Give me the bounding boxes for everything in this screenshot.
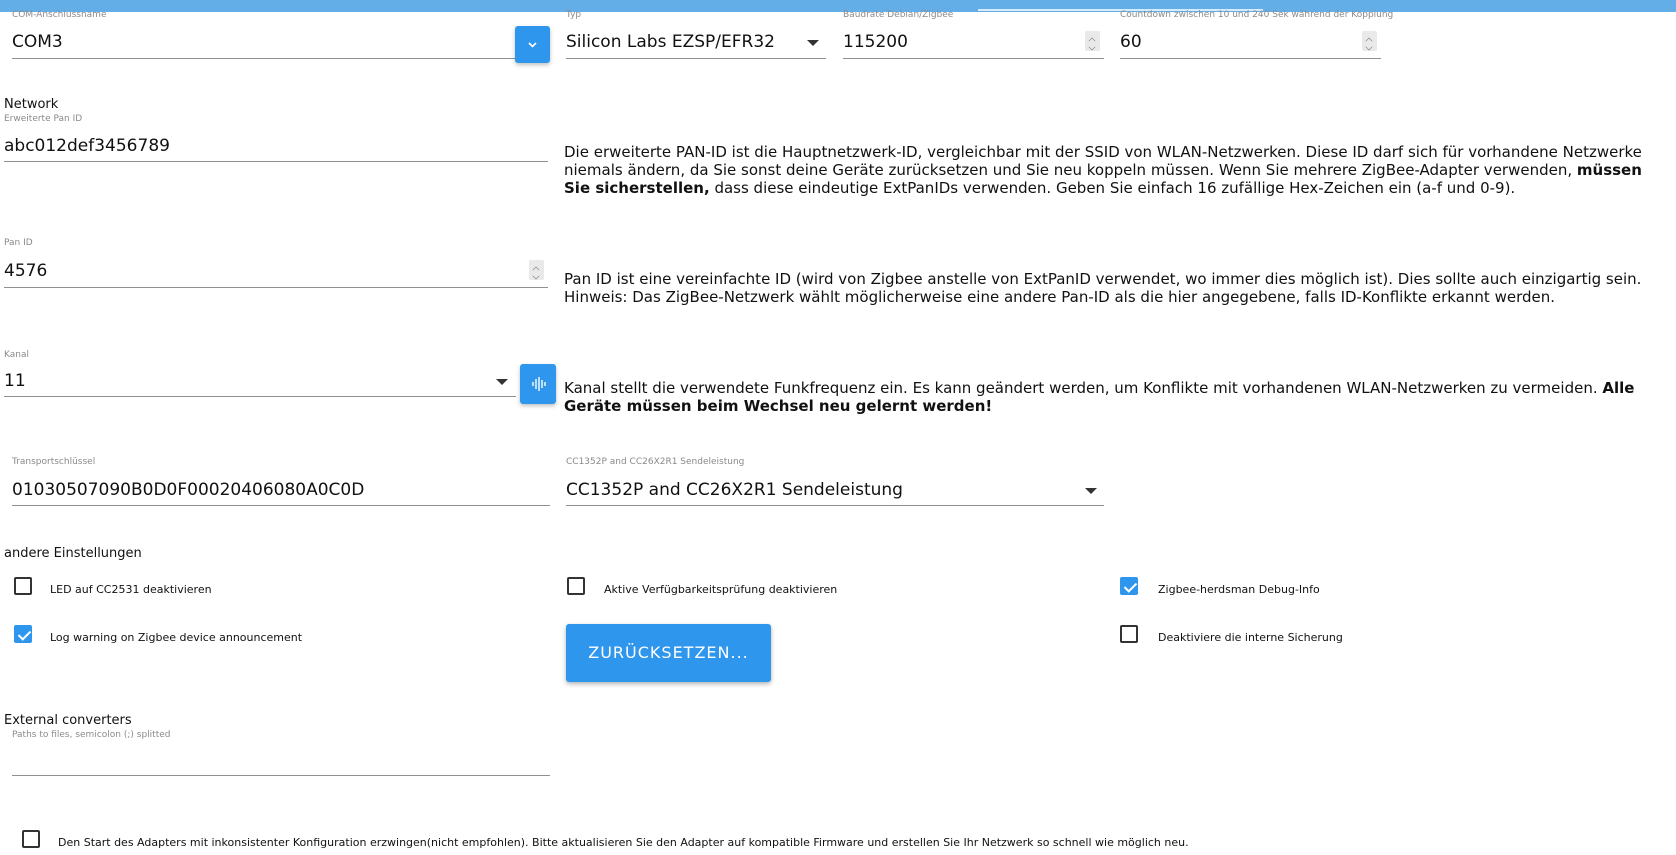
channel-label: Kanal — [4, 350, 29, 360]
force-start-label: Den Start des Adapters mit inkonsistente… — [58, 836, 1189, 849]
channel-description: Kanal stellt die verwendete Funkfrequenz… — [564, 379, 1669, 415]
chevron-down-icon — [807, 40, 819, 46]
ext-pan-description: Die erweiterte PAN-ID ist die Hauptnetzw… — [564, 143, 1669, 197]
debug-info-checkbox[interactable] — [1120, 577, 1138, 595]
baud-stepper[interactable] — [1085, 31, 1100, 51]
transport-key-label: Transportschlüssel — [12, 457, 96, 467]
power-select[interactable]: CC1352P and CC26X2R1 Sendeleistung CC135… — [566, 457, 1104, 507]
pan-id-field[interactable]: Pan ID 4576 — [4, 238, 548, 288]
ext-pan-input[interactable]: abc012def3456789 — [4, 136, 170, 156]
pan-id-label: Pan ID — [4, 238, 33, 248]
led-disable-checkbox[interactable] — [14, 577, 32, 595]
port-input[interactable]: COM3 — [12, 32, 63, 52]
pan-id-description: Pan ID ist eine vereinfachte ID (wird vo… — [564, 270, 1642, 306]
type-select-label: Typ — [566, 10, 582, 20]
network-section-title: Network — [4, 97, 59, 112]
transport-key-input[interactable]: 01030507090B0D0F00020406080A0C0D — [12, 480, 364, 500]
channel-scan-button[interactable] — [520, 364, 556, 404]
power-label: CC1352P and CC26X2R1 Sendeleistung — [566, 457, 745, 467]
port-field-label: COM-Anschlussname — [12, 10, 107, 20]
availability-check-label: Aktive Verfügbarkeitsprüfung deaktiviere… — [604, 583, 838, 596]
ext-pan-label: Erweiterte Pan ID — [4, 114, 83, 124]
transport-key-field[interactable]: Transportschlüssel 01030507090B0D0F00020… — [12, 457, 550, 507]
external-converters-title: External converters — [4, 713, 132, 728]
pan-id-underline — [4, 287, 548, 288]
baud-underline — [843, 58, 1104, 59]
led-disable-label: LED auf CC2531 deaktivieren — [50, 583, 212, 596]
countdown-field[interactable]: Countdown zwischen 10 und 240 Sek währen… — [1120, 10, 1393, 60]
power-value: CC1352P and CC26X2R1 Sendeleistung — [566, 480, 903, 500]
debug-info-label: Zigbee-herdsman Debug-Info — [1158, 583, 1320, 596]
channel-select[interactable]: Kanal 11 — [4, 350, 516, 398]
baud-input[interactable]: 115200 — [843, 32, 908, 52]
countdown-field-label: Countdown zwischen 10 und 240 Sek währen… — [1120, 10, 1394, 20]
internal-backup-checkbox[interactable] — [1120, 625, 1138, 643]
ext-pan-desc-text-2: dass diese eindeutige ExtPanIDs verwende… — [709, 179, 1516, 197]
ext-pan-desc-text: Die erweiterte PAN-ID ist die Hauptnetzw… — [564, 143, 1642, 179]
top-app-bar — [0, 0, 1676, 12]
transport-key-underline — [12, 505, 550, 506]
chevron-down-icon — [496, 379, 508, 385]
baud-field-label: Baudrate Debian/Zigbee — [843, 10, 954, 20]
availability-check-checkbox[interactable] — [567, 577, 585, 595]
log-warning-label: Log warning on Zigbee device announcemen… — [50, 631, 303, 644]
type-select[interactable]: Typ Silicon Labs EZSP/EFR32 — [566, 10, 826, 60]
channel-desc-text: Kanal stellt die verwendete Funkfrequenz… — [564, 379, 1603, 397]
countdown-input[interactable]: 60 — [1120, 32, 1142, 52]
countdown-underline — [1120, 58, 1381, 59]
chevron-down-icon — [1085, 488, 1097, 494]
port-dropdown-button[interactable] — [515, 26, 550, 63]
ext-pan-field[interactable]: Erweiterte Pan ID abc012def3456789 — [4, 113, 548, 163]
internal-backup-label: Deaktiviere die interne Sicherung — [1158, 631, 1343, 644]
converter-paths-underline — [12, 775, 550, 776]
baud-field[interactable]: Baudrate Debian/Zigbee 115200 — [843, 10, 1104, 60]
other-settings-title: andere Einstellungen — [4, 546, 142, 561]
countdown-stepper[interactable] — [1362, 31, 1377, 51]
log-warning-checkbox[interactable] — [14, 625, 32, 643]
converter-paths-field[interactable]: Paths to files, semicolon (;) splitted — [12, 729, 550, 777]
type-select-value: Silicon Labs EZSP/EFR32 — [566, 32, 775, 52]
channel-value: 11 — [4, 371, 26, 391]
channel-underline — [4, 396, 516, 397]
converter-paths-label: Paths to files, semicolon (;) splitted — [12, 730, 171, 740]
reset-button[interactable]: ZURÜCKSETZEN... — [566, 624, 771, 682]
port-underline — [12, 58, 550, 59]
force-start-checkbox[interactable] — [22, 830, 40, 848]
pan-id-stepper[interactable] — [529, 260, 544, 280]
power-underline — [566, 505, 1104, 506]
type-underline — [566, 58, 826, 59]
chevron-down-icon — [528, 42, 537, 48]
ext-pan-underline — [4, 161, 548, 162]
pan-id-input[interactable]: 4576 — [4, 261, 47, 281]
port-field[interactable]: COM-Anschlussname COM3 — [12, 10, 550, 60]
signal-scan-icon — [532, 377, 546, 391]
